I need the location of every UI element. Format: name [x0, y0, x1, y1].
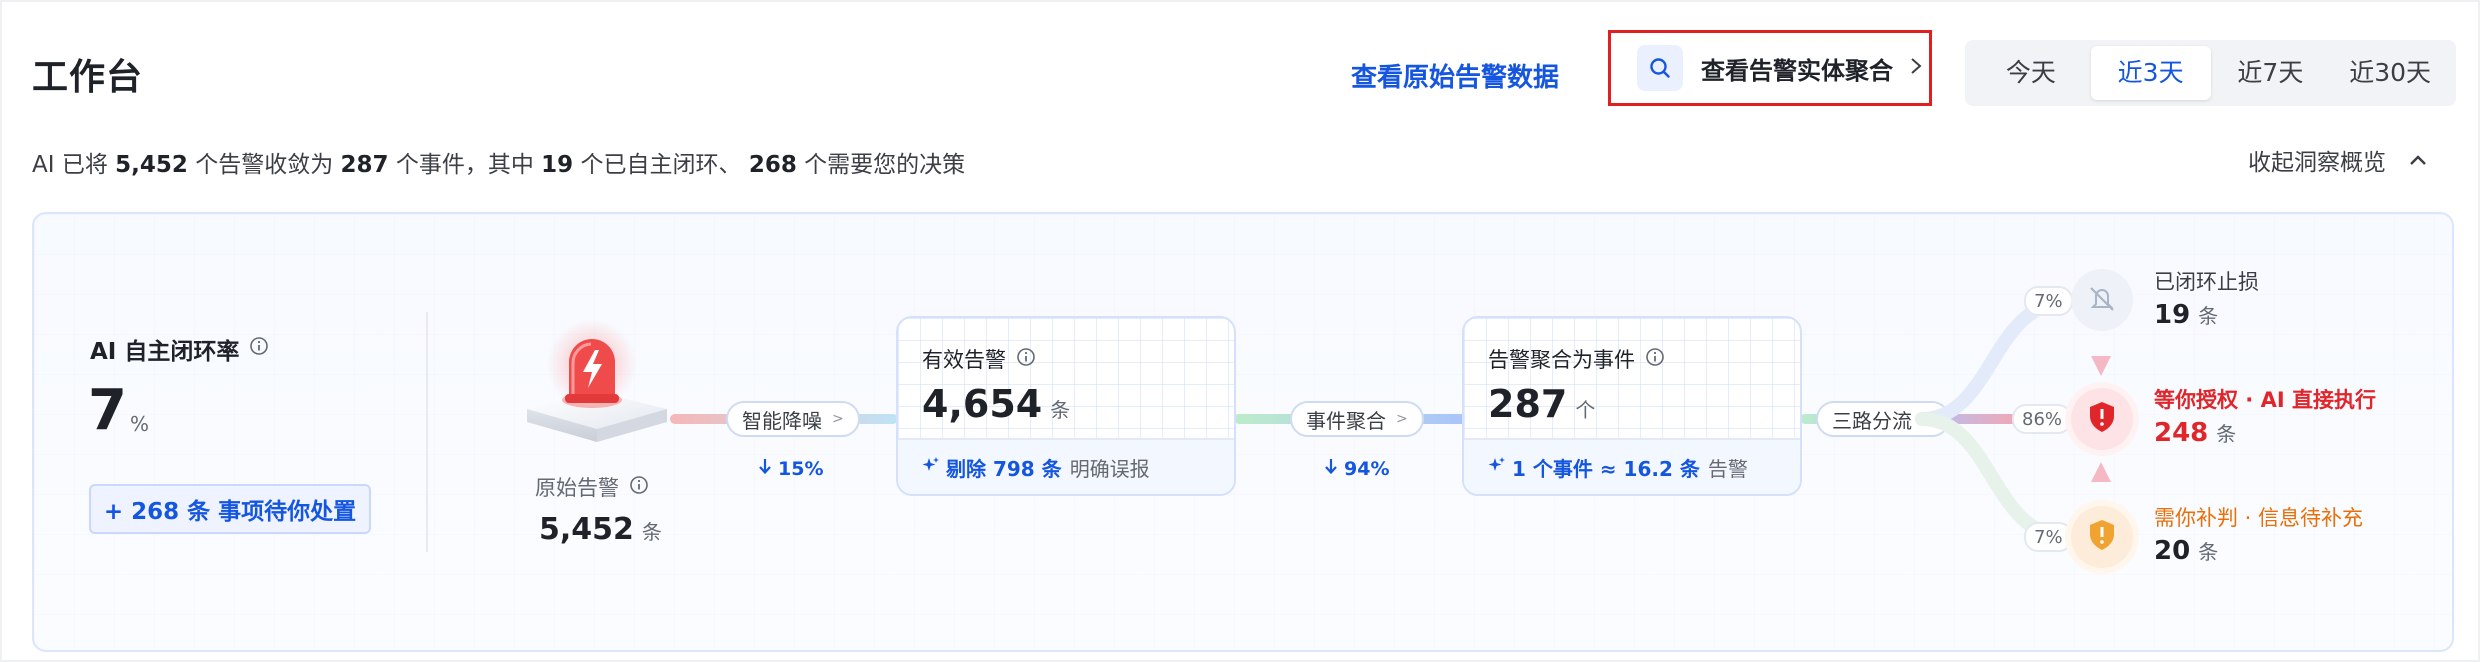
view-entity-aggregation-button[interactable]: 查看告警实体聚合 — [1608, 30, 1932, 106]
time-range-selector: 今天 近3天 近7天 近30天 — [1965, 40, 2456, 106]
summary-text: 个事件，其中 — [395, 152, 534, 178]
autonomy-rate-title: AI 自主闭环率 — [90, 339, 240, 365]
muted-bell-icon — [2086, 282, 2118, 318]
noise-reduction-value: 15% — [778, 457, 824, 480]
three-way-split-label: 三路分流 — [1832, 408, 1912, 433]
event-aggregation-step[interactable]: 事件聚合 > — [1290, 401, 1424, 437]
sparkle-icon — [922, 455, 940, 479]
events-value: 287 个 — [1488, 382, 1595, 426]
event-aggregation-pct: 94% — [1324, 457, 1389, 480]
workbench-page: 工作台 查看原始告警数据 查看告警实体聚合 今天 近3天 近7天 近30天 AI… — [0, 0, 2480, 662]
summary-text: 个需要您的决策 — [804, 152, 966, 178]
outcome-review-unit: 条 — [2198, 540, 2219, 564]
summary-event-count: 287 — [340, 152, 389, 178]
events-ratio-text: 告警 — [1707, 456, 1748, 481]
valid-alerts-title: 有效告警 — [922, 348, 1006, 372]
shield-alert-icon — [2086, 400, 2118, 438]
alarm-siren-icon — [507, 314, 677, 449]
valid-alerts-unit: 条 — [1050, 398, 1071, 422]
range-option-30d[interactable]: 近30天 — [2330, 46, 2450, 100]
chevron-up-icon — [2386, 147, 2428, 173]
outcome-closed-value: 19 条 — [2154, 300, 2218, 330]
info-icon[interactable] — [629, 475, 649, 500]
shield-warning-icon — [2086, 518, 2118, 556]
events-card[interactable]: 告警聚合为事件 287 个 1 个事件 ≈ 16.2 条 告警 — [1462, 316, 1802, 496]
events-count: 287 — [1488, 382, 1568, 426]
view-raw-alerts-link[interactable]: 查看原始告警数据 — [1351, 57, 1559, 94]
outcome-closed-count: 19 — [2154, 300, 2191, 330]
summary-alert-count: 5,452 — [115, 152, 188, 178]
info-icon[interactable] — [249, 336, 269, 362]
sparkle-icon — [1488, 455, 1506, 479]
noise-reduction-label: 智能降噪 — [742, 408, 822, 433]
summary-text: 个已自主闭环、 — [580, 152, 742, 178]
events-ratio: 1 个事件 ≈ 16.2 条 — [1512, 456, 1700, 481]
summary-line: AI 已将 5,452 个告警收敛为 287 个事件，其中 19 个已自主闭环、… — [32, 145, 965, 179]
outcome-authorize-node[interactable] — [2071, 388, 2133, 450]
panel-divider — [426, 312, 428, 552]
pending-items-button[interactable]: + 268 条 事项待你处置 — [89, 484, 371, 534]
outcome-authorize-unit: 条 — [2216, 422, 2237, 446]
autonomy-rate-value: 7 — [88, 378, 127, 443]
outcome-closed-node[interactable] — [2071, 269, 2133, 331]
events-title: 告警聚合为事件 — [1488, 348, 1635, 372]
raw-alerts-unit: 条 — [641, 520, 662, 544]
events-footer: 1 个事件 ≈ 16.2 条 告警 — [1464, 438, 1800, 494]
raw-alerts-title: 原始告警 — [535, 476, 619, 500]
arrow-down-icon — [1324, 457, 1338, 480]
outcome-closed-pct: 7% — [2024, 286, 2073, 316]
range-option-7d[interactable]: 近7天 — [2211, 46, 2331, 100]
outcome-authorize-value: 248 条 — [2154, 418, 2236, 448]
range-option-3d[interactable]: 近3天 — [2090, 46, 2211, 100]
info-icon[interactable] — [1645, 347, 1665, 372]
outcome-closed-title: 已闭环止损 — [2154, 270, 2259, 294]
outcome-authorize-pct: 86% — [2012, 404, 2073, 434]
range-option-today[interactable]: 今天 — [1971, 46, 2091, 100]
outcome-review-pct: 7% — [2024, 522, 2073, 552]
outcome-review-node[interactable] — [2071, 506, 2133, 568]
arrow-down-icon — [758, 457, 772, 480]
noise-reduction-step[interactable]: 智能降噪 > — [726, 401, 860, 437]
autonomy-rate-unit: % — [130, 412, 150, 436]
collapse-overview-label: 收起洞察概览 — [2248, 150, 2386, 176]
false-positive-removed: 剔除 798 条 — [946, 456, 1062, 481]
valid-alerts-footer: 剔除 798 条 明确误报 — [898, 438, 1234, 494]
valid-alerts-label: 有效告警 — [922, 344, 1036, 374]
raw-alerts-value: 5,452 条 — [539, 512, 662, 547]
valid-alerts-count: 4,654 — [922, 382, 1043, 426]
events-unit: 个 — [1575, 398, 1596, 422]
outcome-review-count: 20 — [2154, 536, 2191, 566]
valid-alerts-value: 4,654 条 — [922, 382, 1070, 426]
summary-text: AI 已将 — [32, 152, 108, 178]
page-title: 工作台 — [32, 57, 144, 98]
chevron-right-icon — [1909, 56, 1923, 80]
events-label: 告警聚合为事件 — [1488, 344, 1665, 374]
chevron-right-icon: > — [1396, 411, 1408, 427]
outcome-review-value: 20 条 — [2154, 536, 2218, 566]
valid-alerts-card[interactable]: 有效告警 4,654 条 剔除 798 条 明确误报 — [896, 316, 1236, 496]
event-aggregation-label: 事件聚合 — [1306, 408, 1386, 433]
raw-alerts-count: 5,452 — [539, 512, 634, 547]
outcome-review-title: 需你补判 · 信息待补充 — [2154, 506, 2364, 530]
chevron-right-icon: > — [832, 411, 844, 427]
search-icon — [1637, 45, 1683, 91]
outcome-closed-unit: 条 — [2198, 304, 2219, 328]
collapse-overview-button[interactable]: 收起洞察概览 — [2248, 143, 2428, 177]
info-icon[interactable] — [1016, 347, 1036, 372]
false-positive-text: 明确误报 — [1069, 456, 1150, 481]
summary-closed-count: 19 — [541, 152, 574, 178]
outcome-authorize-count: 248 — [2154, 418, 2209, 448]
summary-decision-count: 268 — [748, 152, 797, 178]
raw-alerts-label: 原始告警 — [535, 472, 649, 502]
entity-aggregation-label: 查看告警实体聚合 — [1701, 56, 1893, 85]
autonomy-rate-label: AI 自主闭环率 — [90, 332, 269, 366]
noise-reduction-pct: 15% — [758, 457, 823, 480]
event-aggregation-value: 94% — [1344, 457, 1390, 480]
outcome-authorize-title: 等你授权 · AI 直接执行 — [2154, 388, 2376, 412]
summary-text: 个告警收敛为 — [195, 152, 334, 178]
